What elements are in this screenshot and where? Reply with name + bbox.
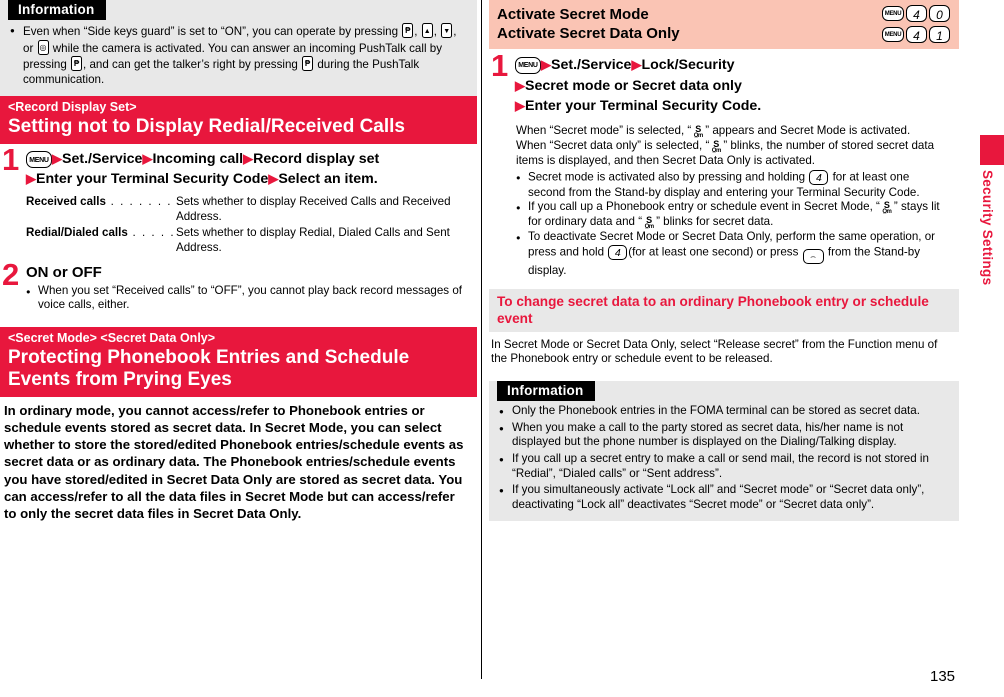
step-2: 2 ON or OFF When you set “Received calls…: [0, 259, 477, 313]
left-column: Information Even when “Side keys guard” …: [0, 0, 477, 697]
page-number: 135: [930, 668, 956, 685]
right-body-paragraph: When “Secret mode” is selected, “S O̲m” a…: [516, 123, 935, 167]
key-4-icon: 4: [608, 245, 628, 261]
step-number: 1: [2, 142, 20, 178]
step-action-label: Incoming call: [152, 151, 244, 168]
right-step-line-2: ▶Secret mode or Secret data only: [515, 76, 959, 97]
section-header-secret-mode: <Secret Mode> <Secret Data Only> Protect…: [0, 326, 477, 397]
information-box-right: Information Only the Phonebook entries i…: [489, 381, 959, 522]
definition-description: Sets whether to display Received Calls a…: [176, 195, 451, 224]
information-bullet: When you make a call to the party stored…: [495, 421, 959, 450]
secret-mode-indicator-icon: S O̲m: [711, 138, 722, 154]
arrow-icon: ▶: [631, 57, 642, 72]
arrow-icon: ▶: [268, 171, 279, 187]
definition-list: Received calls . . . . . . . . Sets wheth…: [0, 195, 477, 255]
key-4-icon: 4: [906, 5, 927, 22]
arrow-icon: ▶: [515, 98, 525, 113]
key-sequence-secret-data-only: MENU 4 1: [882, 26, 950, 43]
key-side-camera-icon: ◎: [37, 39, 49, 55]
key-menu-icon: MENU: [882, 6, 904, 21]
information-box-top: Information Even when “Side keys guard” …: [0, 0, 477, 97]
step-action-label: Select an item.: [278, 171, 378, 188]
section-2-body: In ordinary mode, you cannot access/refe…: [4, 402, 464, 521]
subsection-title: To change secret data to an ordinary Pho…: [497, 293, 929, 326]
step-2-bullets: When you set “Received calls” to “OFF”, …: [26, 284, 477, 313]
key-menu-icon: MENU: [515, 56, 541, 74]
arrow-icon: ▶: [541, 57, 551, 72]
information-bullet: Only the Phonebook entries in the FOMA t…: [495, 404, 959, 419]
arrow-icon: ▶: [515, 77, 525, 93]
step-action-label: Enter your Terminal Security Code.: [525, 98, 762, 114]
definition-term: Received calls . . . . . . . .: [26, 195, 182, 209]
secret-mode-indicator-icon: S O̲m: [644, 215, 655, 231]
key-4-icon: 4: [906, 26, 927, 43]
right-step-line-1: MENU ▶Set./Service▶Lock/Security: [515, 55, 959, 76]
subsection-header-change-secret-data: To change secret data to an ordinary Pho…: [489, 288, 959, 332]
information-title: Information: [8, 0, 107, 20]
section-eyebrow: <Secret Mode> <Secret Data Only>: [8, 330, 216, 345]
arrow-icon: ▶: [26, 171, 36, 187]
column-divider: [481, 0, 482, 679]
step-action-label: Secret mode or Secret data only: [525, 77, 742, 94]
definition-term: Redial/Dialed calls . . . . .: [26, 225, 176, 239]
step-action-label: Enter your Terminal Security Code: [36, 171, 269, 188]
right-bullet-list: Secret mode is activated also by pressin…: [489, 170, 959, 278]
side-tab-security-settings: Security Settings: [980, 135, 1004, 285]
right-bullet: Secret mode is activated also by pressin…: [516, 170, 943, 200]
key-1-icon: 1: [929, 26, 950, 43]
step-line-1: MENU ▶Set./Service▶Incoming call▶Record d…: [26, 149, 477, 169]
information-bullet: If you call up a secret entry to make a …: [495, 452, 959, 481]
definition-row: Redial/Dialed calls . . . . . Sets whethe…: [26, 226, 477, 256]
definition-description: Sets whether to display Redial, Dialed C…: [176, 225, 450, 254]
information-bullet: If you simultaneously activate “Lock all…: [495, 483, 959, 512]
key-end-call-icon: ⌢: [802, 248, 824, 264]
secret-mode-indicator-icon: S O̲m: [882, 200, 892, 216]
arrow-icon: ▶: [243, 151, 254, 167]
manual-page: Information Even when “Side keys guard” …: [0, 0, 1004, 697]
step-action-label: Set./Service: [62, 151, 143, 168]
key-4-icon: 4: [809, 170, 829, 186]
step-2-title: ON or OFF: [26, 263, 102, 281]
key-0-icon: 0: [929, 5, 950, 22]
section-header-record-display-set: <Record Display Set> Setting not to Disp…: [0, 96, 477, 145]
section-eyebrow: <Record Display Set>: [8, 100, 137, 115]
right-step-1: 1 MENU ▶Set./Service▶Lock/Security ▶Secre…: [489, 50, 959, 117]
key-side-pushtalk-icon: ₱: [302, 56, 314, 72]
step-action-label: Record display set: [253, 151, 380, 168]
section-title: Protecting Phonebook Entries and Schedul…: [8, 346, 410, 390]
right-step-line-3: ▶Enter your Terminal Security Code.: [515, 96, 959, 117]
right-column: Activate Secret Mode Activate Secret Dat…: [489, 0, 959, 697]
side-tab-label: Security Settings: [980, 170, 995, 286]
right-bullet: To deactivate Secret Mode or Secret Data…: [516, 230, 943, 278]
activate-secret-header: Activate Secret Mode Activate Secret Dat…: [489, 0, 959, 49]
key-side-up-icon: ▲: [421, 23, 433, 38]
information-bullet-list: Even when “Side keys guard” is set to “O…: [0, 23, 477, 87]
arrow-icon: ▶: [52, 151, 62, 167]
definition-dot-leader: . . . . .: [127, 225, 176, 239]
step-bullet: When you set “Received calls” to “OFF”, …: [26, 284, 477, 313]
key-sequence-secret-mode: MENU 4 0: [882, 5, 950, 22]
right-bullet: If you call up a Phonebook entry or sche…: [516, 200, 943, 230]
information-bullet: Even when “Side keys guard” is set to “O…: [6, 23, 477, 87]
definition-row: Received calls . . . . . . . . Sets wheth…: [26, 195, 477, 225]
step-action-label: Set./Service: [551, 57, 632, 73]
definition-dot-leader: . . . . . . . .: [105, 195, 182, 209]
information-title: Information: [497, 381, 596, 402]
key-side-pushtalk-icon: ₱: [402, 23, 414, 38]
step-line-2: ▶Enter your Terminal Security Code▶Selec…: [26, 169, 477, 189]
information-bullet-list: Only the Phonebook entries in the FOMA t…: [489, 404, 959, 512]
key-side-down-icon: ▼: [441, 23, 453, 38]
step-number: 2: [2, 256, 20, 292]
subsection-body: In Secret Mode or Secret Data Only, sele…: [491, 337, 938, 366]
side-tab-color-block: [980, 135, 1004, 165]
key-menu-icon: MENU: [882, 27, 904, 42]
step-1: 1 MENU ▶Set./Service▶Incoming call▶Record…: [0, 144, 477, 189]
secret-mode-indicator-icon: S O̲m: [693, 123, 704, 139]
step-action-label: Lock/Security: [641, 57, 735, 73]
arrow-icon: ▶: [142, 151, 153, 167]
key-menu-icon: MENU: [26, 151, 52, 169]
step-number: 1: [491, 48, 509, 83]
key-side-pushtalk-icon: ₱: [71, 56, 83, 72]
section-title: Setting not to Display Redial/Received C…: [8, 116, 405, 138]
